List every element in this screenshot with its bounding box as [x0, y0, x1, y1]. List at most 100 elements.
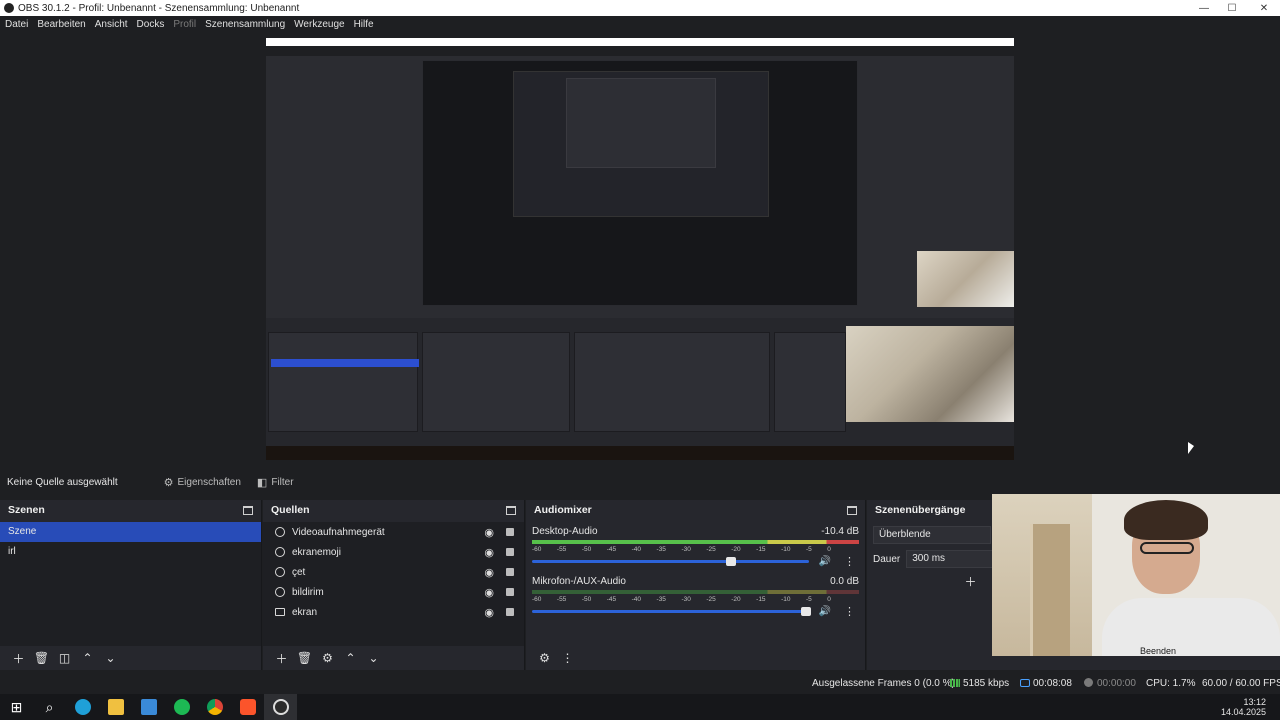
source-item-videoaufnahmegeraet[interactable]: Videoaufnahmegerät ◉ — [263, 522, 524, 542]
scenes-dock: Szenen Szene irl ＋ 🗑 ◫ ⌃ ⌄ — [0, 500, 262, 670]
slider-knob[interactable] — [801, 607, 812, 616]
transition-select[interactable]: Überblende — [873, 526, 991, 544]
source-item-bildirim[interactable]: bildirim ◉ — [263, 582, 524, 602]
preview-transitions-panel — [774, 332, 846, 432]
menu-hilfe[interactable]: Hilfe — [354, 19, 374, 30]
remove-source-button[interactable]: 🗑 — [293, 649, 316, 667]
meter-tick-label: -60 — [532, 546, 542, 553]
store-icon[interactable] — [132, 694, 165, 720]
scenes-title: Szenen — [8, 504, 45, 516]
scene-item-irl[interactable]: irl — [0, 542, 261, 562]
mixer-toolbar: ⚙ ⋮ — [526, 646, 865, 670]
webcam-person-glasses — [1140, 542, 1194, 554]
eye-icon[interactable]: ◉ — [484, 606, 494, 619]
undock-icon[interactable] — [506, 505, 516, 515]
meter-tick-label: -55 — [556, 596, 567, 603]
stop-button[interactable]: Beenden — [1140, 646, 1176, 656]
sources-list: Videoaufnahmegerät ◉ ekranemoji ◉ çet ◉ … — [263, 522, 524, 646]
kebab-menu-icon[interactable]: ⋮ — [844, 605, 855, 618]
move-down-button[interactable]: ⌄ — [362, 649, 385, 667]
meter-tick-label: -10 — [781, 546, 791, 553]
program-preview[interactable] — [266, 38, 1014, 460]
meter-tick-label: -40 — [631, 596, 642, 603]
add-scene-button[interactable]: ＋ — [7, 649, 30, 667]
meter-tick-label: -50 — [581, 596, 592, 603]
mixer-channel-mic-aux: Mikrofon-/AUX-Audio 0.0 dB -60 -55 -50 -45-… — [526, 572, 865, 622]
undock-icon[interactable] — [243, 505, 253, 515]
source-item-ekran[interactable]: ekran ◉ — [263, 602, 524, 622]
speaker-icon[interactable]: 🔊 — [819, 556, 831, 567]
meter-tick-label: -30 — [681, 546, 691, 553]
transition-select-row: Überblende — [867, 524, 996, 546]
maximize-button[interactable]: ☐ — [1216, 0, 1248, 16]
properties-button[interactable]: ⚙ Eigenschaften — [164, 476, 241, 489]
eye-icon[interactable]: ◉ — [484, 546, 494, 559]
advanced-audio-button[interactable]: ⚙ — [533, 649, 556, 667]
lock-icon[interactable] — [506, 528, 514, 536]
move-up-button[interactable]: ⌃ — [339, 649, 362, 667]
kebab-menu-icon[interactable]: ⋮ — [844, 555, 855, 568]
file-explorer-icon[interactable] — [99, 694, 132, 720]
menu-szenensammlung[interactable]: Szenensammlung — [205, 19, 285, 30]
preview-sources-panel — [422, 332, 570, 432]
scene-item-szene[interactable]: Szene — [0, 522, 261, 542]
source-name: çet — [292, 566, 306, 578]
duration-row: Dauer 300 ms — [867, 548, 997, 570]
properties-label: Eigenschaften — [177, 476, 241, 488]
menu-bearbeiten[interactable]: Bearbeiten — [37, 19, 85, 30]
clock-date: 14.04.2025 — [1220, 707, 1266, 717]
meter-tick-label: -45 — [606, 596, 617, 603]
volume-slider[interactable] — [532, 557, 809, 566]
lock-icon[interactable] — [506, 588, 514, 596]
menu-werkzeuge[interactable]: Werkzeuge — [294, 19, 344, 30]
live-status: 00:08:08 — [1020, 678, 1072, 689]
eye-icon[interactable]: ◉ — [484, 526, 494, 539]
brave-icon[interactable] — [231, 694, 264, 720]
menu-profil[interactable]: Profil — [173, 19, 196, 30]
source-item-cet[interactable]: çet ◉ — [263, 562, 524, 582]
undock-icon[interactable] — [847, 505, 857, 515]
webcam-person-shirt — [1102, 598, 1280, 656]
remove-scene-button[interactable]: 🗑 — [30, 649, 53, 667]
clock-time: 13:12 — [1243, 697, 1266, 707]
search-icon[interactable]: ⌕ — [33, 694, 66, 720]
menu-docks[interactable]: Docks — [137, 19, 165, 30]
filters-label: Filter — [271, 476, 294, 488]
eye-icon[interactable]: ◉ — [484, 586, 494, 599]
lock-icon[interactable] — [506, 568, 514, 576]
source-item-ekranemoji[interactable]: ekranemoji ◉ — [263, 542, 524, 562]
slider-knob[interactable] — [726, 557, 737, 566]
speaker-icon[interactable]: 🔊 — [819, 606, 831, 617]
lock-icon[interactable] — [506, 548, 514, 556]
windows-start-icon[interactable]: ⊞ — [0, 694, 33, 720]
edge-icon[interactable] — [66, 694, 99, 720]
scene-filters-button[interactable]: ◫ — [53, 649, 76, 667]
menu-ansicht[interactable]: Ansicht — [95, 19, 128, 30]
spotify-icon[interactable] — [165, 694, 198, 720]
meter-tick-label: -25 — [706, 546, 716, 553]
filters-button[interactable]: ◧ Filter — [257, 476, 294, 489]
mixer-menu-button[interactable]: ⋮ — [556, 649, 579, 667]
meter-tick-label: -35 — [656, 546, 666, 553]
eye-icon[interactable]: ◉ — [484, 566, 494, 579]
bitrate-status: 5185 kbps — [950, 678, 1009, 689]
duration-input[interactable]: 300 ms — [906, 550, 997, 568]
taskbar-clock[interactable]: 13:12 14.04.2025 — [1221, 697, 1266, 717]
window-titlebar: OBS 30.1.2 - Profil: Unbenannt - Szenens… — [0, 0, 1280, 16]
chrome-icon[interactable] — [198, 694, 231, 720]
add-source-button[interactable]: ＋ — [270, 649, 293, 667]
close-button[interactable]: ✕ — [1248, 0, 1280, 16]
move-down-button[interactable]: ⌄ — [99, 649, 122, 667]
signal-bars-icon — [950, 679, 960, 687]
obs-logo-icon — [4, 3, 14, 13]
meter-tick-label: -25 — [706, 596, 716, 603]
obs-icon[interactable] — [264, 694, 297, 720]
live-icon — [1020, 679, 1030, 687]
meter-tick-label: -60 — [532, 596, 542, 603]
volume-slider[interactable] — [532, 607, 812, 616]
add-transition-button[interactable]: ＋ — [959, 572, 982, 590]
move-up-button[interactable]: ⌃ — [76, 649, 99, 667]
menu-datei[interactable]: Datei — [5, 19, 28, 30]
source-properties-button[interactable]: ⚙ — [316, 649, 339, 667]
lock-icon[interactable] — [506, 608, 514, 616]
